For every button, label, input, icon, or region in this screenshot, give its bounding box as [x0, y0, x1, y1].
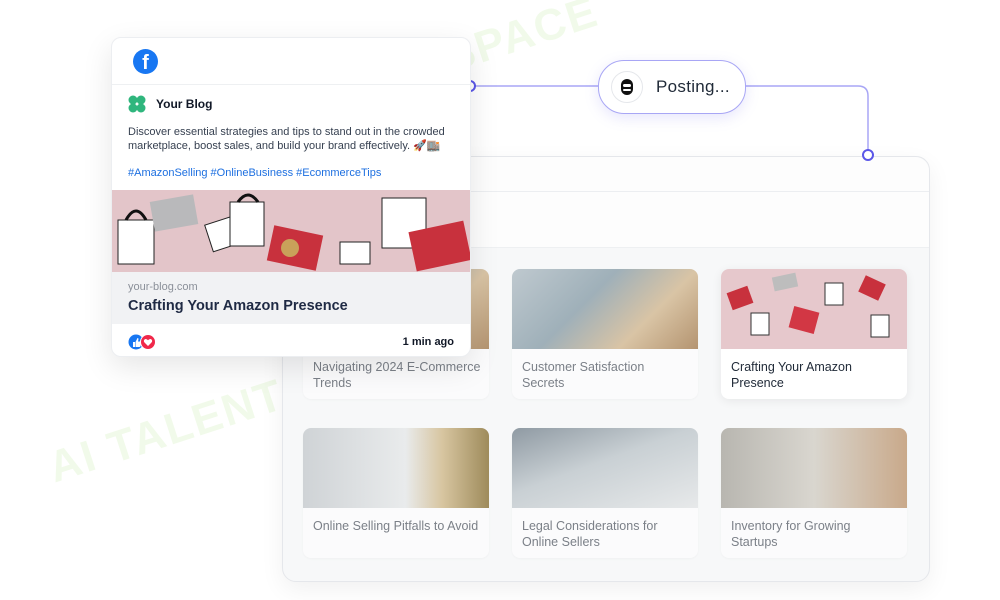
gift-bags-image — [117, 193, 470, 272]
posting-label: Posting... — [656, 77, 730, 96]
blog-card-title: Inventory for Growing Startups — [731, 519, 851, 549]
blog-card[interactable]: Customer Satisfaction Secrets — [512, 269, 698, 399]
blog-card-title: Crafting Your Amazon Presence — [731, 360, 852, 390]
blog-card[interactable]: Online Selling Pitfalls to Avoid — [303, 428, 489, 558]
post-text: Discover essential strategies and tips t… — [128, 126, 445, 152]
blog-logo-icon — [128, 95, 146, 113]
facebook-post-card: f Your Blog Discover essential strategie… — [111, 37, 471, 357]
blog-card-image — [721, 428, 907, 508]
blog-card-image — [721, 269, 907, 349]
blog-card-image — [512, 428, 698, 508]
link-domain: your-blog.com — [128, 281, 198, 293]
blog-card[interactable]: Legal Considerations for Online Sellers — [512, 428, 698, 558]
blog-card-title: Navigating 2024 E-Commerce Trends — [313, 360, 481, 390]
reactions-icon[interactable] — [128, 334, 156, 350]
blog-card-image — [512, 269, 698, 349]
post-image[interactable] — [112, 190, 470, 272]
blog-card-title: Legal Considerations for Online Sellers — [522, 519, 658, 549]
post-hashtags[interactable]: #AmazonSelling #OnlineBusiness #Ecommerc… — [128, 167, 381, 179]
blog-card-title: Online Selling Pitfalls to Avoid — [313, 519, 479, 533]
robot-avatar-icon — [611, 71, 643, 103]
link-title[interactable]: Crafting Your Amazon Presence — [128, 298, 348, 314]
blog-card-image — [303, 428, 489, 508]
blog-name: Your Blog — [156, 97, 213, 111]
post-time: 1 min ago — [402, 336, 454, 348]
blog-card-title: Customer Satisfaction Secrets — [522, 360, 645, 390]
facebook-logo-icon: f — [133, 49, 158, 74]
post-header: f — [112, 38, 470, 85]
gift-pattern-image — [726, 272, 890, 338]
blog-card[interactable]: Inventory for Growing Startups — [721, 428, 907, 558]
blog-card-active[interactable]: Crafting Your Amazon Presence — [721, 269, 907, 399]
posting-status-pill: Posting... — [598, 60, 746, 114]
